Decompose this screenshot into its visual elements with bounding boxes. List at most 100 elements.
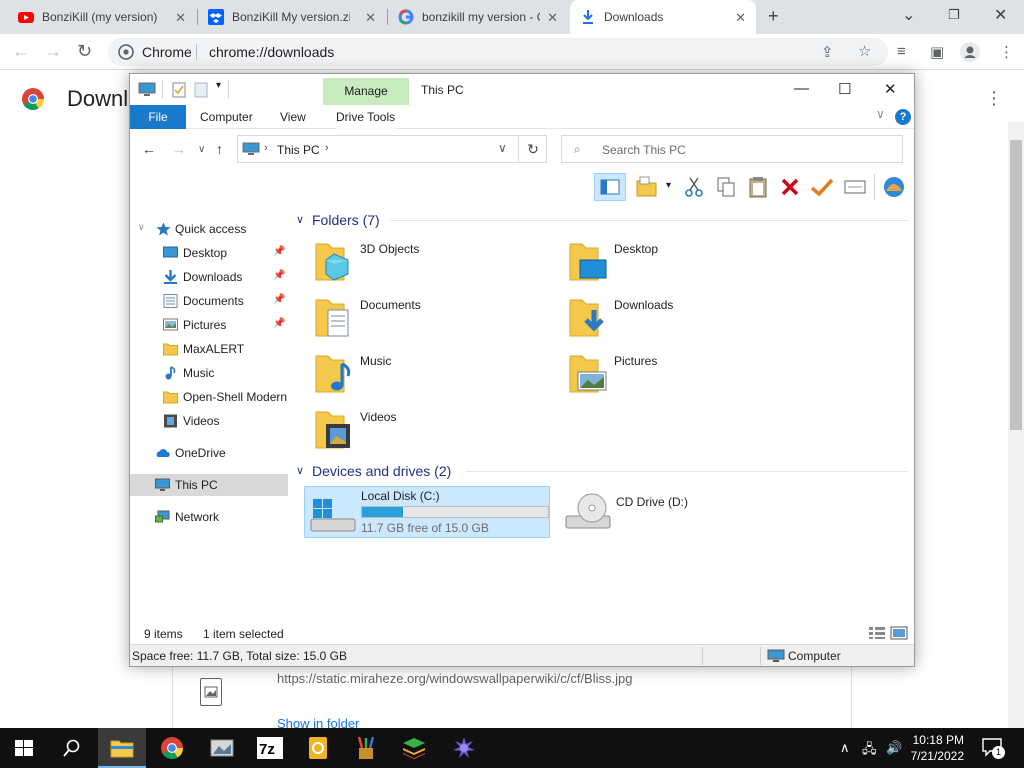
folder-documents[interactable]: Documents bbox=[314, 296, 554, 350]
taskbar-chrome[interactable] bbox=[148, 728, 196, 768]
drive-local-disk-c[interactable]: Local Disk (C:) 11.7 GB free of 15.0 GB bbox=[304, 486, 550, 538]
help-icon[interactable]: ? bbox=[895, 109, 911, 125]
sidebar-item-maxalert[interactable]: MaxALERT bbox=[130, 338, 288, 360]
close-tab-icon[interactable]: ✕ bbox=[175, 10, 186, 26]
taskbar-photo-app[interactable] bbox=[198, 728, 246, 768]
more-options-icon[interactable]: ⋮ bbox=[985, 88, 1003, 109]
folders-group-header[interactable]: ∨ Folders (7) bbox=[296, 212, 696, 230]
new-item-dropdown-icon[interactable]: ▾ bbox=[666, 180, 671, 191]
search-button[interactable] bbox=[48, 728, 96, 768]
properties-icon[interactable] bbox=[172, 82, 186, 98]
sidebar-item-music[interactable]: Music bbox=[130, 362, 288, 384]
close-button[interactable]: ✕ bbox=[884, 80, 897, 98]
devices-group-header[interactable]: ∨ Devices and drives (2) bbox=[296, 463, 696, 481]
close-tab-icon[interactable]: ✕ bbox=[547, 10, 558, 26]
tab-drive-tools[interactable]: Drive Tools bbox=[336, 105, 396, 129]
back-arrow-icon[interactable]: ← bbox=[142, 141, 156, 157]
pin-icon[interactable]: 📌 bbox=[273, 270, 285, 281]
download-source-url[interactable]: https://static.miraheze.org/windowswallp… bbox=[277, 671, 632, 686]
search-box[interactable]: ⌕ Search This PC bbox=[561, 135, 903, 163]
chrome-menu-icon[interactable]: ⋮ bbox=[999, 43, 1014, 61]
close-window-button[interactable]: ✕ bbox=[994, 5, 1007, 25]
sidebar-item-network[interactable]: Network bbox=[130, 506, 288, 528]
volume-icon[interactable]: 🔊 bbox=[886, 740, 902, 756]
tab-bonzikill-youtube[interactable]: BonziKill (my version) ( ✕ bbox=[8, 0, 196, 34]
minimize-button[interactable]: — bbox=[794, 80, 809, 97]
new-folder-icon[interactable] bbox=[194, 82, 208, 98]
details-view-icon[interactable] bbox=[868, 626, 886, 640]
reload-button[interactable]: ↻ bbox=[77, 41, 92, 62]
restore-window-button[interactable]: ❐ bbox=[948, 7, 960, 23]
folder-music[interactable]: Music bbox=[314, 352, 554, 406]
sidebar-item-this-pc[interactable]: This PC bbox=[130, 474, 288, 496]
folder-videos[interactable]: Videos bbox=[314, 408, 554, 462]
chevron-down-icon[interactable]: ∨ bbox=[296, 464, 304, 477]
breadcrumb-this-pc[interactable]: This PC bbox=[277, 143, 320, 157]
taskbar-archive-app[interactable] bbox=[294, 728, 342, 768]
large-icons-view-icon[interactable] bbox=[890, 626, 908, 640]
chevron-down-icon[interactable]: ⌄ bbox=[902, 5, 915, 25]
sidebar-item-documents[interactable]: Documents 📌 bbox=[130, 290, 288, 312]
chevron-down-icon[interactable]: ∨ bbox=[876, 107, 885, 121]
forward-button[interactable]: → bbox=[44, 41, 62, 62]
delete-icon[interactable] bbox=[780, 176, 800, 198]
paste-icon[interactable] bbox=[748, 176, 768, 198]
breadcrumb-chevron-icon[interactable]: › bbox=[325, 142, 329, 154]
tab-downloads[interactable]: Downloads ✕ bbox=[570, 0, 756, 34]
taskbar-bluestacks[interactable] bbox=[390, 728, 438, 768]
taskbar-game-app[interactable] bbox=[440, 728, 488, 768]
folder-pictures[interactable]: Pictures bbox=[568, 352, 808, 406]
folder-3d-objects[interactable]: 3D Objects bbox=[314, 240, 554, 294]
sidebar-item-open-shell-modern[interactable]: Open-Shell Modern bbox=[130, 386, 288, 408]
folder-desktop[interactable]: Desktop bbox=[568, 240, 808, 294]
drive-cd-d[interactable]: CD Drive (D:) bbox=[560, 486, 806, 538]
taskbar-file-explorer[interactable] bbox=[98, 728, 146, 768]
pin-icon[interactable]: 📌 bbox=[273, 318, 285, 329]
share-icon[interactable]: ⇪ bbox=[821, 43, 834, 61]
address-url[interactable]: chrome://downloads bbox=[209, 44, 334, 60]
folder-downloads[interactable]: Downloads bbox=[568, 296, 808, 350]
tab-file[interactable]: File bbox=[130, 105, 186, 129]
show-hidden-icons-chevron[interactable]: ∧ bbox=[840, 740, 850, 756]
tab-manage[interactable]: Manage bbox=[323, 78, 409, 105]
rename-checkmark-icon[interactable] bbox=[810, 176, 834, 198]
address-bar[interactable]: › This PC › ∨ ↻ bbox=[237, 135, 547, 163]
new-tab-button[interactable]: + bbox=[768, 6, 779, 27]
profile-avatar-icon[interactable] bbox=[960, 42, 980, 62]
sidebar-item-quick-access[interactable]: ∨ Quick access bbox=[130, 218, 288, 240]
close-tab-icon[interactable]: ✕ bbox=[735, 10, 746, 26]
tab-view[interactable]: View bbox=[280, 105, 306, 129]
pin-icon[interactable]: 📌 bbox=[273, 246, 285, 257]
tab-computer[interactable]: Computer bbox=[200, 105, 253, 129]
page-scrollbar-thumb[interactable] bbox=[1010, 140, 1022, 430]
media-queue-icon[interactable]: ≡ bbox=[897, 43, 906, 60]
cut-icon[interactable] bbox=[684, 176, 704, 198]
sidebar-item-pictures[interactable]: Pictures 📌 bbox=[130, 314, 288, 336]
notifications-button[interactable]: 1 bbox=[982, 738, 1005, 759]
network-status-icon[interactable]: 🖧 bbox=[862, 740, 877, 762]
properties-icon[interactable] bbox=[844, 178, 866, 196]
copy-icon[interactable] bbox=[716, 176, 736, 198]
up-arrow-icon[interactable]: ↑ bbox=[216, 141, 223, 157]
pin-icon[interactable]: 📌 bbox=[273, 294, 285, 305]
clock-time[interactable]: 10:18 PM bbox=[904, 733, 964, 747]
sidebar-item-desktop[interactable]: Desktop 📌 bbox=[130, 242, 288, 264]
taskbar-7zip[interactable]: 7z bbox=[246, 728, 294, 768]
omnibox[interactable]: Chrome chrome://downloads ⇪ ☆ bbox=[108, 38, 888, 66]
breadcrumb-chevron-icon[interactable]: › bbox=[264, 142, 268, 154]
qat-customize-icon[interactable]: ▾ bbox=[216, 80, 221, 91]
chevron-down-icon[interactable]: ∨ bbox=[296, 213, 304, 226]
address-history-dropdown[interactable]: ∨ bbox=[498, 141, 507, 155]
tab-google-search[interactable]: bonzikill my version - C ✕ bbox=[388, 0, 568, 34]
back-button[interactable]: ← bbox=[12, 41, 30, 62]
taskbar-paint-tools[interactable] bbox=[342, 728, 390, 768]
navigation-pane-button[interactable] bbox=[594, 173, 626, 201]
start-button[interactable] bbox=[0, 728, 48, 768]
bookmark-star-icon[interactable]: ☆ bbox=[858, 42, 871, 60]
sidebar-item-downloads[interactable]: Downloads 📌 bbox=[130, 266, 288, 288]
forward-arrow-icon[interactable]: → bbox=[172, 141, 186, 157]
side-panel-icon[interactable]: ▣ bbox=[930, 43, 944, 61]
chevron-down-icon[interactable]: ∨ bbox=[138, 222, 145, 233]
recent-locations-icon[interactable]: ∨ bbox=[198, 144, 205, 155]
new-folder-icon[interactable] bbox=[636, 175, 658, 199]
